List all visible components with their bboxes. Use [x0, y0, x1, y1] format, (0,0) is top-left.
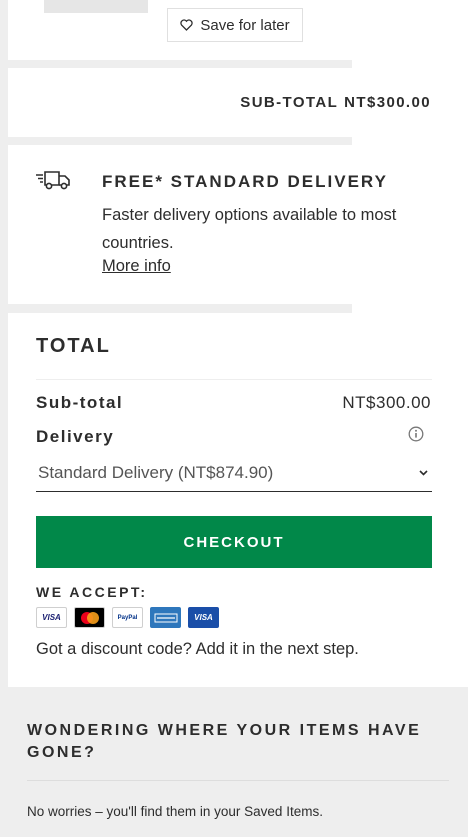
delivery-select-value: Standard Delivery (NT$874.90)	[38, 462, 274, 482]
heart-icon	[180, 19, 194, 31]
divider	[352, 137, 468, 145]
discount-note: Got a discount code? Add it in the next …	[36, 640, 359, 658]
divider	[36, 379, 432, 380]
item-image-edge	[44, 0, 148, 13]
visa-icon: VISA	[36, 607, 67, 628]
saved-items-text: No worries – you'll find them in your Sa…	[27, 804, 323, 819]
payment-methods: VISA PayPal VISA	[36, 607, 219, 628]
paypal-icon: PayPal	[112, 607, 143, 628]
delivery-row-label: Delivery	[36, 427, 115, 446]
saved-items-notice: WONDERING WHERE YOUR ITEMS HAVE GONE? No…	[8, 687, 468, 837]
delivery-title: FREE* STANDARD DELIVERY	[102, 172, 388, 191]
total-card: TOTAL Sub-total NT$300.00 Delivery Stand…	[8, 313, 468, 687]
subtotal-value: NT$300.00	[344, 94, 431, 111]
subtotal-row-label: Sub-total	[36, 393, 124, 412]
saved-items-title: WONDERING WHERE YOUR ITEMS HAVE GONE?	[27, 722, 422, 761]
subtotal-line: SUB-TOTAL NT$300.00	[240, 94, 431, 111]
mastercard-icon	[74, 607, 105, 628]
item-card: Save for later	[8, 0, 468, 60]
divider	[352, 60, 468, 68]
save-for-later-button[interactable]: Save for later	[167, 8, 303, 42]
subtotal-label: SUB-TOTAL	[240, 94, 339, 111]
we-accept-title: WE ACCEPT:	[36, 584, 148, 600]
total-title: TOTAL	[36, 335, 111, 357]
delivery-promo: FREE* STANDARD DELIVERY Faster delivery …	[8, 145, 468, 304]
more-info-link[interactable]: More info	[102, 257, 171, 276]
amex-icon	[150, 607, 181, 628]
divider	[27, 780, 449, 781]
subtotal-bar: SUB-TOTAL NT$300.00	[8, 68, 468, 137]
chevron-down-icon	[419, 469, 428, 476]
info-icon[interactable]	[408, 426, 424, 442]
save-for-later-label: Save for later	[200, 16, 290, 34]
delivery-select[interactable]: Standard Delivery (NT$874.90)	[36, 458, 432, 492]
subtotal-row-value: NT$300.00	[342, 393, 431, 412]
truck-icon	[36, 171, 70, 190]
delivery-text: Faster delivery options available to mos…	[102, 206, 397, 252]
checkout-button[interactable]: CHECKOUT	[36, 516, 432, 568]
visa-debit-icon: VISA	[188, 607, 219, 628]
divider	[352, 304, 468, 313]
